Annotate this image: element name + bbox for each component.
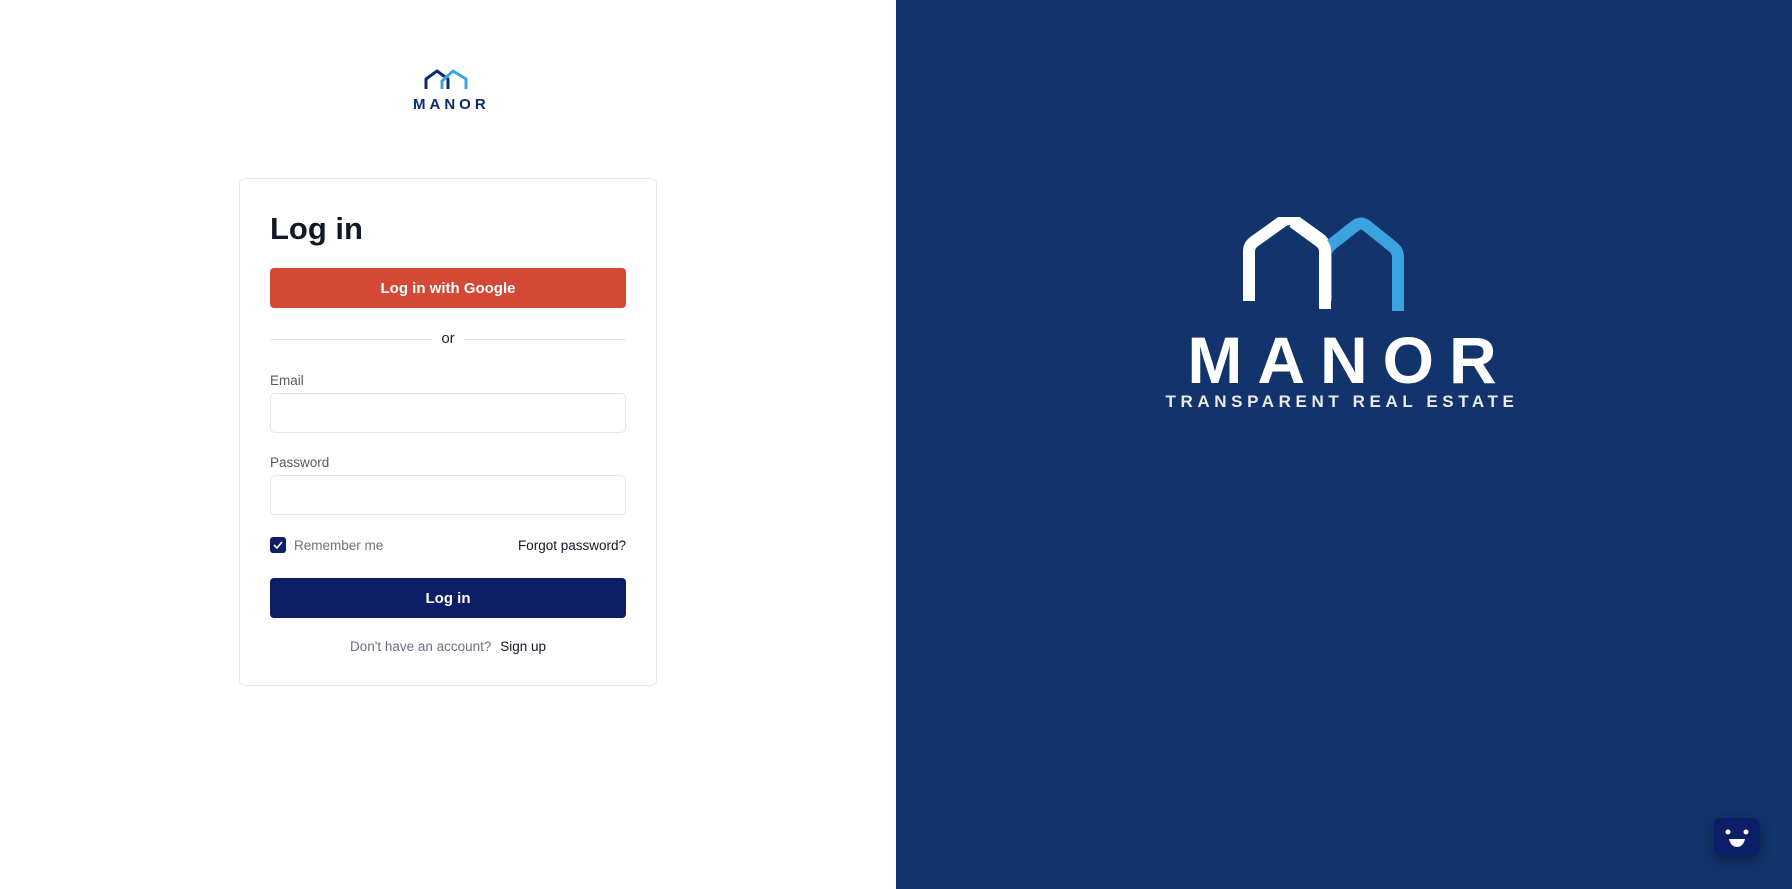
manor-logo: MANOR xyxy=(409,68,487,113)
houses-logo-icon xyxy=(1243,217,1404,311)
email-input[interactable] xyxy=(270,393,626,433)
brand-wordmark: MANOR xyxy=(1187,323,1512,397)
signup-prompt: Don't have an account? xyxy=(350,639,492,654)
password-input[interactable] xyxy=(270,475,626,515)
chat-widget-button[interactable] xyxy=(1714,818,1760,856)
divider-text: or xyxy=(441,330,455,347)
forgot-password-link[interactable]: Forgot password? xyxy=(518,538,626,553)
password-label: Password xyxy=(270,455,330,470)
brand-tagline: TRANSPARENT REAL ESTATE xyxy=(1165,392,1519,411)
login-card: Log in Log in with Google or Email Passw… xyxy=(239,178,657,686)
page-title: Log in xyxy=(270,211,363,246)
login-panel: MANOR Log in Log in with Google or Email… xyxy=(0,0,896,889)
brand-panel xyxy=(896,0,1792,889)
remember-me-checkbox[interactable]: Remember me xyxy=(270,537,383,553)
checkbox-checked-icon[interactable] xyxy=(270,537,286,553)
logo-wordmark: MANOR xyxy=(413,96,490,113)
login-button[interactable]: Log in xyxy=(270,578,626,618)
email-label: Email xyxy=(270,373,304,388)
remember-me-label: Remember me xyxy=(294,537,384,553)
or-divider: or xyxy=(270,329,626,349)
google-login-button[interactable]: Log in with Google xyxy=(270,268,626,308)
houses-logo-icon xyxy=(424,69,468,89)
signup-row: Don't have an account? Sign up xyxy=(240,639,656,654)
signup-link[interactable]: Sign up xyxy=(500,639,546,654)
smiley-chat-icon xyxy=(1725,829,1749,847)
